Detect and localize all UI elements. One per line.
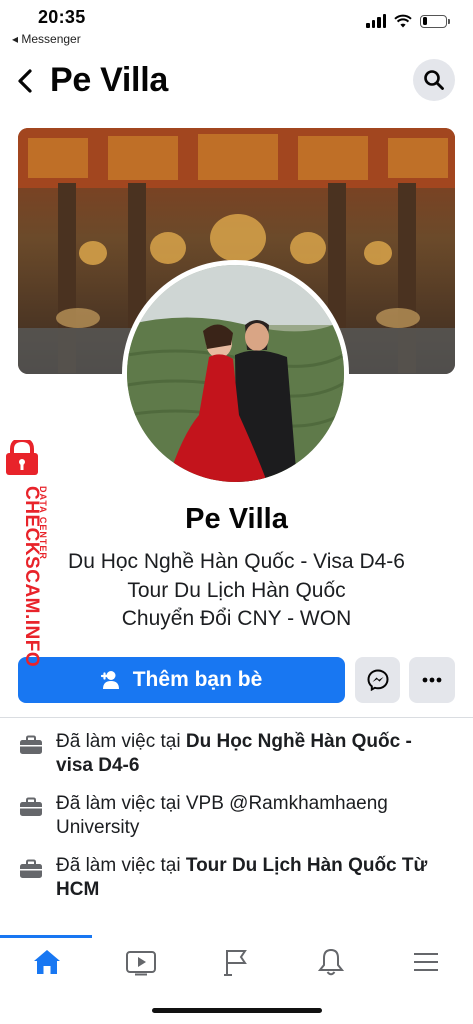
watermark-logo: CHECKSCAM.INFO DATA CENTER <box>6 437 48 667</box>
bottom-tab-bar <box>0 935 473 995</box>
message-button[interactable] <box>355 657 400 703</box>
search-icon <box>424 70 444 90</box>
bio-line: Chuyển Đổi CNY - WON <box>121 607 352 630</box>
menu-icon <box>414 953 438 971</box>
intro-details-list: Đã làm việc tại Du Học Nghề Hàn Quốc - v… <box>0 730 473 916</box>
chevron-left-icon[interactable] <box>14 64 38 98</box>
tab-video[interactable] <box>121 945 161 979</box>
add-friend-icon <box>100 671 119 689</box>
couple-photo <box>127 265 344 482</box>
notifications-bell-icon <box>317 948 345 976</box>
section-divider <box>0 717 473 718</box>
messenger-icon <box>366 669 389 691</box>
bio-line: Du Học Nghề Hàn Quốc - Visa D4-6 <box>68 550 405 573</box>
work-prefix: Đã làm việc tại <box>56 855 186 876</box>
avatar-image <box>127 265 344 482</box>
more-options-button[interactable] <box>409 657 455 703</box>
add-friend-label: Thêm bạn bè <box>132 668 263 691</box>
bio-line: Tour Du Lịch Hàn Quốc <box>127 578 346 602</box>
profile-actions: Thêm bạn bè <box>18 657 455 703</box>
status-icons <box>366 14 450 28</box>
work-info-item: Đã làm việc tại VPB @Ramkhamhaeng Univer… <box>0 792 473 840</box>
page-title: Pe Villa <box>50 61 168 99</box>
tab-home[interactable] <box>27 945 67 979</box>
back-to-messenger-link[interactable]: ◂ Messenger <box>12 32 81 46</box>
tab-pages[interactable] <box>216 945 256 979</box>
profile-avatar[interactable] <box>122 260 349 487</box>
home-icon <box>34 950 60 974</box>
checkscam-watermark: CHECKSCAM.INFO DATA CENTER <box>2 437 52 670</box>
battery-level <box>422 17 427 25</box>
briefcase-icon <box>20 859 42 878</box>
add-friend-button[interactable]: Thêm bạn bè <box>18 657 345 703</box>
briefcase-icon <box>20 735 42 754</box>
tab-notifications[interactable] <box>311 945 351 979</box>
profile-bio: Du Học Nghề Hàn Quốc - Visa D4-6 Tour Du… <box>0 548 473 634</box>
work-prefix: Đã làm việc tại VPB @Ramkhamhaeng Univer… <box>56 793 388 838</box>
page-header: Pe Villa <box>0 52 473 112</box>
home-indicator <box>152 1008 322 1013</box>
status-bar: 20:35 ◂ Messenger <box>0 0 473 50</box>
cellular-signal-icon <box>366 14 386 28</box>
watermark-line1: DATA CENTER <box>38 486 48 560</box>
work-info-item: Đã làm việc tại Tour Du Lịch Hàn Quốc Từ… <box>0 854 473 902</box>
work-prefix: Đã làm việc tại <box>56 731 186 752</box>
video-icon <box>126 951 156 976</box>
profile-name: Pe Villa <box>185 503 288 535</box>
briefcase-icon <box>20 797 42 816</box>
wifi-icon <box>394 14 412 28</box>
more-horizontal-icon <box>422 677 442 683</box>
work-info-item: Đã làm việc tại Du Học Nghề Hàn Quốc - v… <box>0 730 473 778</box>
tab-menu[interactable] <box>406 945 446 979</box>
pages-flag-icon <box>224 950 247 976</box>
status-time: 20:35 <box>38 7 86 27</box>
battery-icon <box>420 14 450 28</box>
active-tab-indicator <box>0 935 92 938</box>
search-button[interactable] <box>413 59 455 101</box>
